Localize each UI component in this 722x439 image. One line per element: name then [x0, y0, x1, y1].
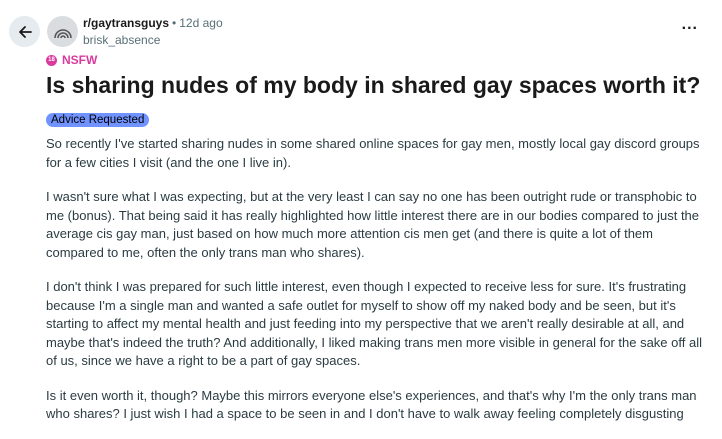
post-paragraph: Is it even worth it, though? Maybe this …: [46, 387, 697, 422]
rainbow-arch-icon: [53, 28, 72, 38]
post-paragraph: I wasn't sure what I was expecting, but …: [46, 189, 700, 260]
subreddit-avatar-icon[interactable]: [47, 16, 78, 47]
post-flair[interactable]: Advice Requested: [46, 113, 150, 127]
post-age: 12d ago: [179, 16, 223, 30]
nsfw-label: NSFW: [62, 53, 98, 67]
meta-separator: •: [172, 16, 177, 30]
nsfw-18-icon: 18: [46, 54, 57, 66]
nsfw-badge: 18 NSFW: [46, 53, 97, 67]
more-options-button[interactable]: ...: [682, 17, 698, 33]
post-body: So recently I've started sharing nudes i…: [46, 135, 711, 439]
post-paragraph: So recently I've started sharing nudes i…: [46, 136, 700, 170]
back-button[interactable]: [9, 16, 40, 47]
post-paragraph: I don't think I was prepared for such li…: [46, 279, 702, 368]
post-meta: r/gaytransguys • 12d ago brisk_absence: [83, 16, 223, 48]
post-page: r/gaytransguys • 12d ago brisk_absence .…: [0, 0, 722, 439]
subreddit-link[interactable]: r/gaytransguys: [83, 16, 169, 31]
more-icon: ...: [681, 16, 698, 33]
post-title: Is sharing nudes of my body in shared ga…: [46, 72, 701, 98]
author-link[interactable]: brisk_absence: [83, 33, 223, 48]
arrow-left-icon: [18, 25, 32, 38]
